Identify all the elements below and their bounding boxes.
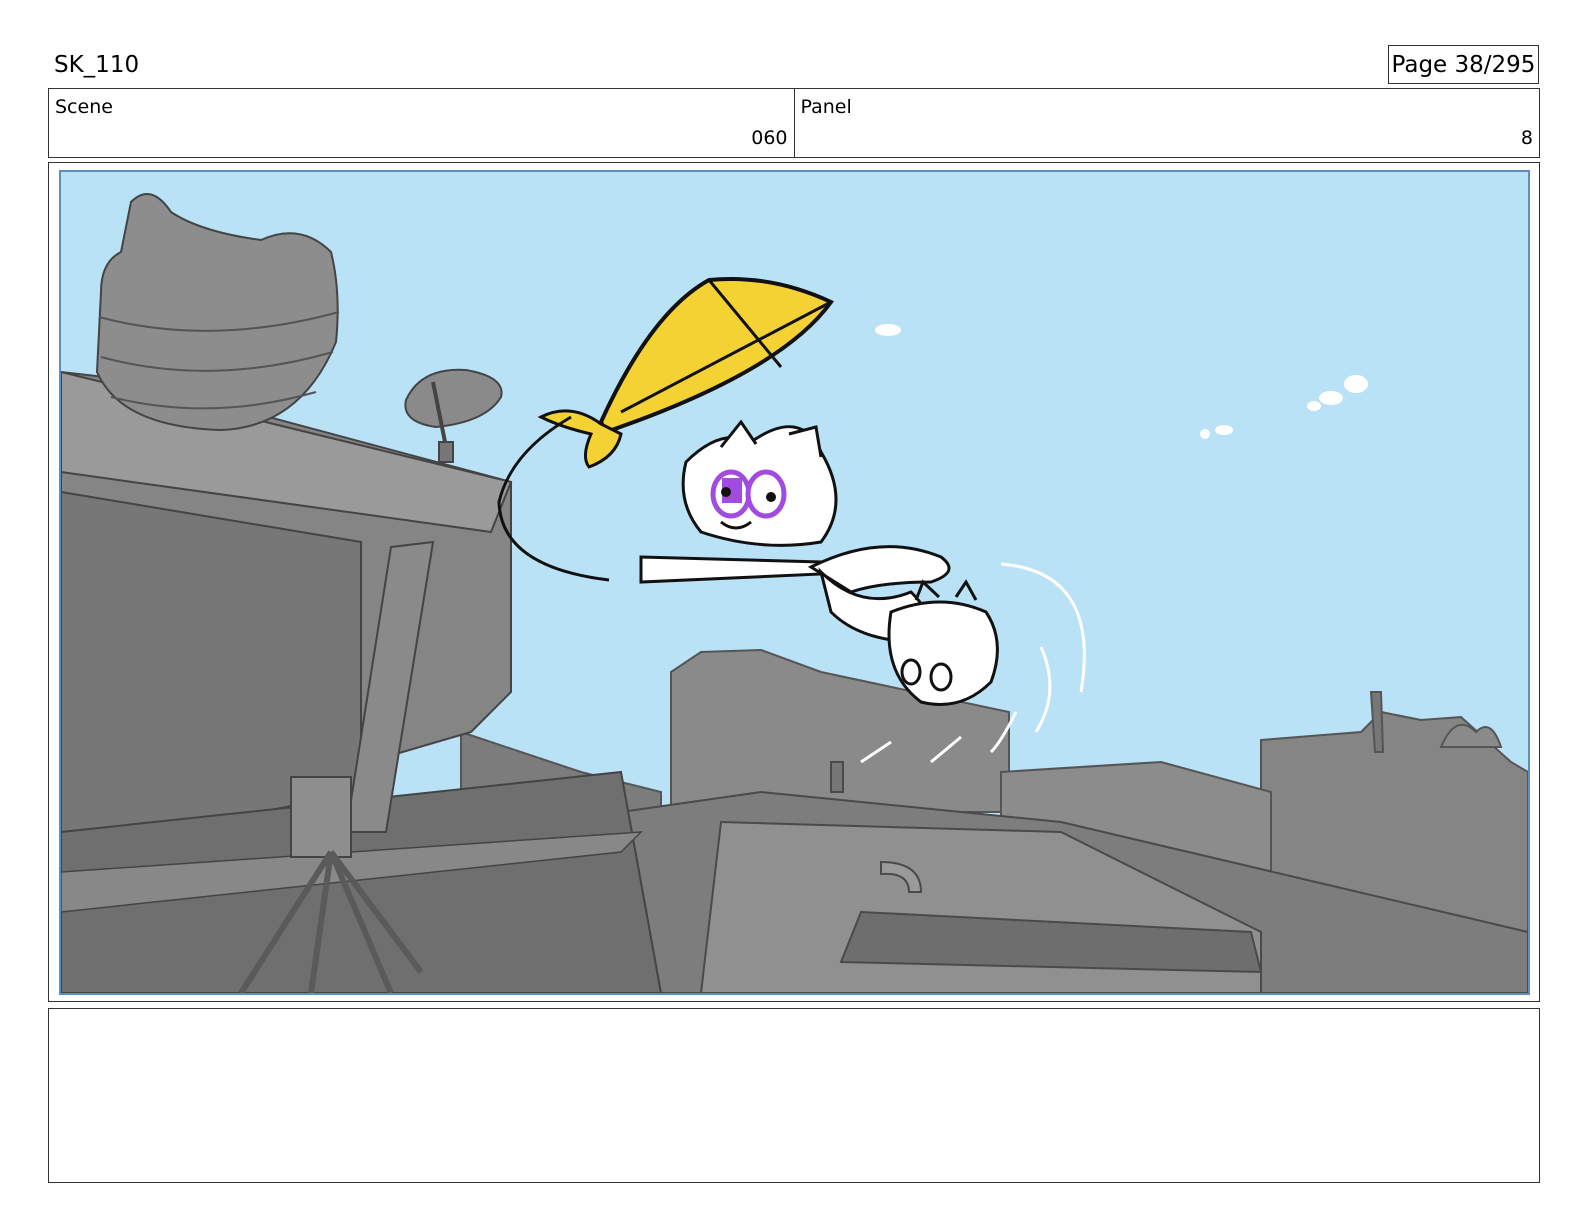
panel-cell: Panel 8 [793,89,1540,157]
scene-value: 060 [751,127,788,149]
project-code: SK_110 [54,52,140,78]
storyboard-drawing [61,172,1528,993]
storyboard-frame [59,170,1530,995]
page-number: Page 38/295 [1388,45,1539,84]
panel-label: Panel [800,96,852,118]
panel-notes-box [48,1008,1540,1183]
scene-panel-info: Scene 060 Panel 8 [48,88,1540,158]
panel-value: 8 [1520,127,1533,149]
scene-cell: Scene 060 [49,89,794,157]
scene-label: Scene [55,96,113,118]
